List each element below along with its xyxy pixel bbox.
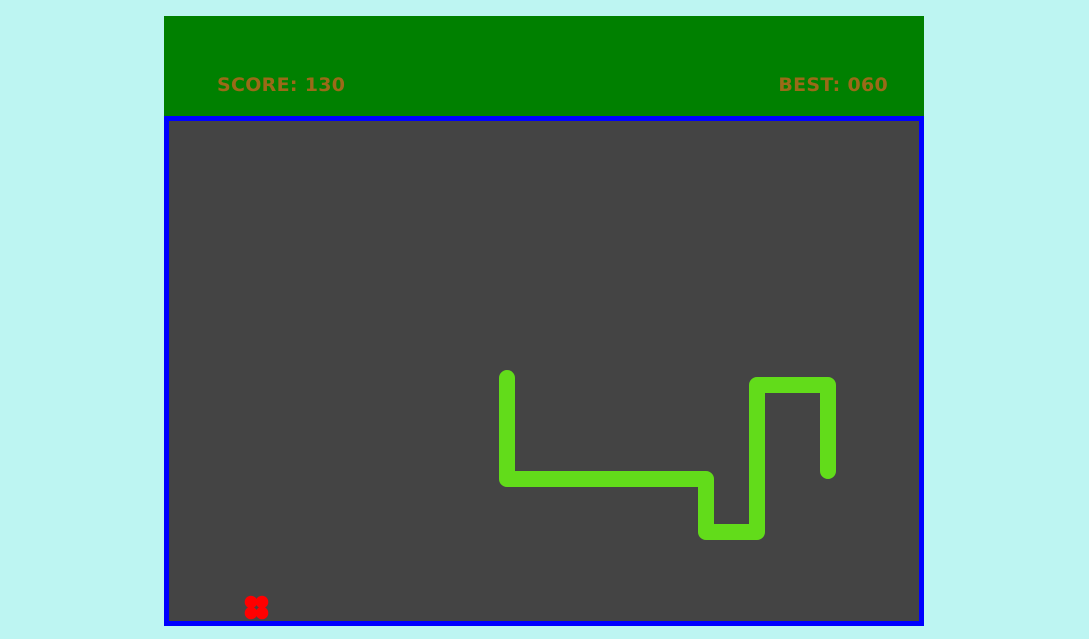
- food-icon: [244, 595, 269, 620]
- game-board[interactable]: [164, 116, 924, 626]
- best-label: BEST:: [778, 74, 841, 96]
- scoreboard-header: SCORE: 130 BEST: 060: [164, 16, 924, 116]
- game-board-canvas: [244, 370, 836, 620]
- score-value: 130: [304, 74, 346, 96]
- game-window: SCORE: 130 BEST: 060: [164, 16, 924, 626]
- score-label: SCORE:: [217, 74, 298, 96]
- best-value: 060: [847, 74, 888, 96]
- snake-tail-end: [820, 459, 836, 471]
- snake-icon: [499, 370, 836, 540]
- score-display: SCORE: 130: [217, 74, 345, 96]
- best-score-display: BEST: 060: [778, 74, 888, 96]
